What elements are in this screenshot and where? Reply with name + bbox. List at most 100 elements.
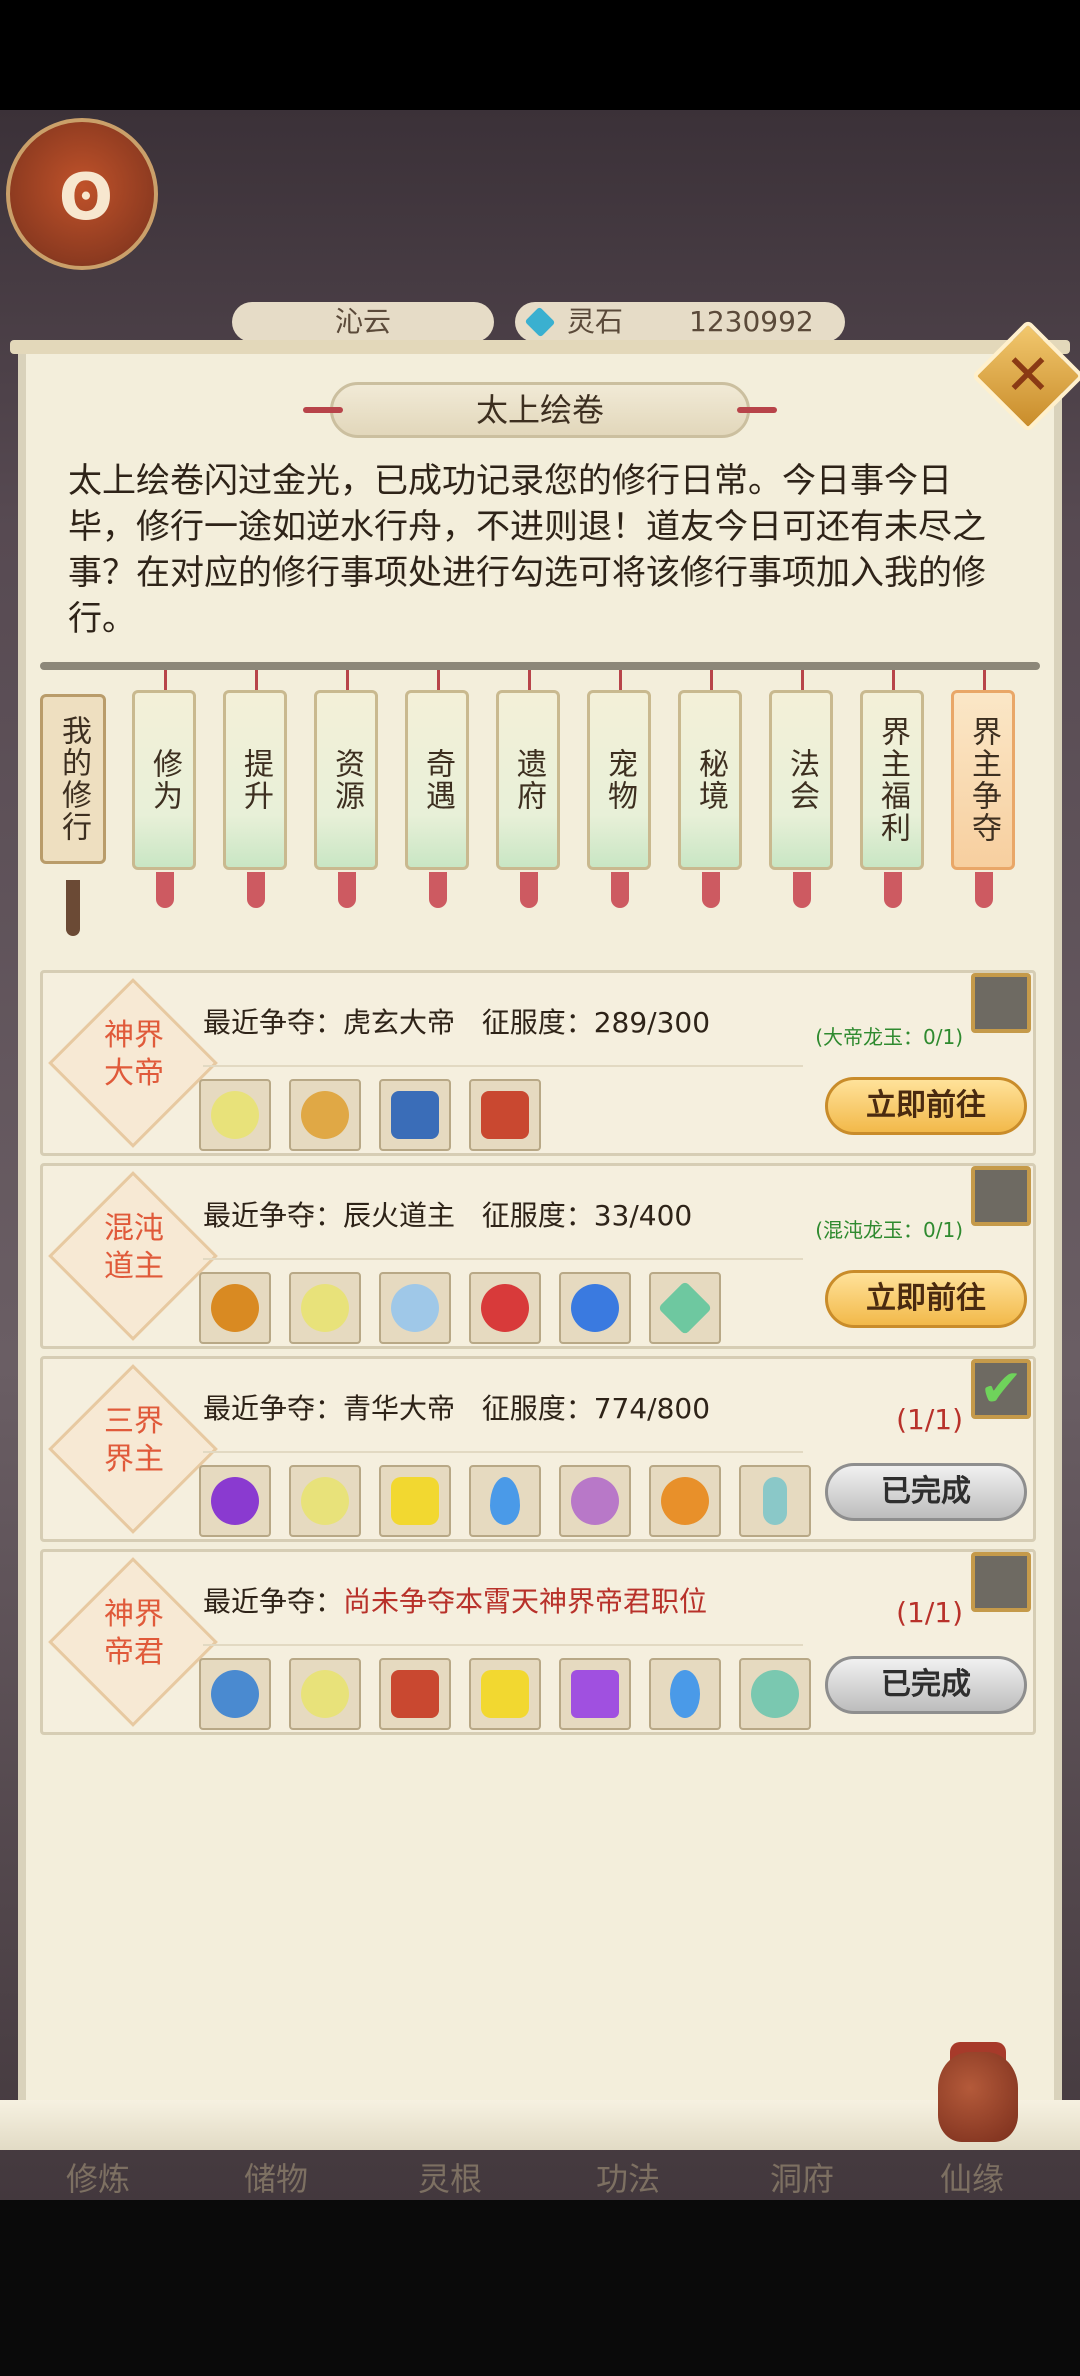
purple-seal-icon [211, 1477, 259, 1525]
purple-crystal-icon [571, 1670, 619, 1718]
red-flame-icon [481, 1284, 529, 1332]
blue-droplet-icon [490, 1477, 520, 1525]
divider [203, 1065, 803, 1067]
tassel-icon [66, 880, 80, 936]
tab-upgrade[interactable]: 提升 [223, 690, 287, 870]
holder-name: 尚未争夺本霄天神界帝君职位 [343, 1585, 708, 1618]
add-checkbox[interactable] [971, 973, 1031, 1033]
tab-relic-mansion[interactable]: 遗府 [496, 690, 560, 870]
reward-item[interactable] [649, 1272, 721, 1344]
contest-card: 神界 帝君 最近争夺：尚未争夺本霄天神界帝君职位 (1/1) 已完成 [40, 1549, 1036, 1735]
reward-item[interactable] [559, 1658, 631, 1730]
reward-item[interactable] [199, 1658, 271, 1730]
tassel-icon [429, 872, 447, 908]
tab-realm-lord-contest[interactable]: 界主争夺 [951, 690, 1015, 870]
reward-item[interactable] [289, 1079, 361, 1151]
reward-item[interactable] [379, 1272, 451, 1344]
go-now-button[interactable]: 立即前往 [825, 1077, 1027, 1135]
flame-bowl-icon [211, 1284, 259, 1332]
contest-card: 神界 大帝 最近争夺：虎玄大帝 征服度：289/300 (大帝龙玉：0/1) 立… [40, 970, 1036, 1156]
reward-item[interactable] [469, 1658, 541, 1730]
recent-contest: 最近争夺：虎玄大帝 征服度：289/300 [203, 1006, 711, 1039]
spirit-stone-label: 灵石 [567, 305, 624, 338]
yellow-stone-icon [391, 1477, 439, 1525]
reward-item[interactable] [379, 1465, 451, 1537]
contest-card: 三界 界主 最近争夺：青华大帝 征服度：774/800 (1/1) ✔ 已完成 [40, 1356, 1036, 1542]
reward-item[interactable] [469, 1465, 541, 1537]
holder-name: 青华大帝 [343, 1392, 456, 1425]
divider [203, 1451, 803, 1453]
tassel-icon [611, 872, 629, 908]
reward-item[interactable] [469, 1272, 541, 1344]
completed-button[interactable]: 已完成 [825, 1463, 1027, 1521]
divider [203, 1644, 803, 1646]
reward-items [199, 1465, 811, 1537]
tab-realm-lord-welfare[interactable]: 界主福利 [860, 690, 924, 870]
red-chest-icon [481, 1091, 529, 1139]
title-badge-text: 神界 帝君 [104, 1597, 164, 1670]
reward-item[interactable] [469, 1079, 541, 1151]
nav-spirit-root[interactable]: 灵根 [418, 2154, 482, 2200]
golden-flower-icon [661, 1477, 709, 1525]
reward-item[interactable] [289, 1658, 361, 1730]
tab-secret-realm[interactable]: 秘境 [678, 690, 742, 870]
holder-name: 虎玄大帝 [343, 1006, 456, 1039]
tab-resources[interactable]: 资源 [314, 690, 378, 870]
treasure-chest-icon [391, 1091, 439, 1139]
reward-item[interactable] [199, 1079, 271, 1151]
tab-dharma-assembly[interactable]: 法会 [769, 690, 833, 870]
reward-item[interactable] [199, 1465, 271, 1537]
reward-item[interactable] [739, 1465, 811, 1537]
golden-orb-icon [301, 1477, 349, 1525]
reward-item[interactable] [379, 1658, 451, 1730]
tab-encounters[interactable]: 奇遇 [405, 690, 469, 870]
tab-my-cultivation[interactable]: 我的修行 [40, 694, 106, 864]
checkmark-icon: ✔ [979, 1359, 1023, 1419]
nav-storage[interactable]: 储物 [244, 2154, 308, 2200]
tab-cultivation[interactable]: 修为 [132, 690, 196, 870]
reward-items [199, 1272, 721, 1344]
reward-item[interactable] [739, 1658, 811, 1730]
scroll-bottom-rod [0, 2100, 1080, 2150]
reward-item[interactable] [559, 1272, 631, 1344]
jade-progress: (大帝龙玉：0/1) [815, 1025, 963, 1049]
completed-button[interactable]: 已完成 [825, 1656, 1027, 1714]
tassel-icon [156, 872, 174, 908]
tassel-icon [975, 872, 993, 908]
reward-item[interactable] [649, 1465, 721, 1537]
title-badge-text: 三界 界主 [104, 1404, 164, 1477]
tabs-hanging-rod [40, 662, 1040, 670]
conquest-degree: 征服度：289/300 [481, 1006, 711, 1039]
reward-item[interactable] [289, 1465, 361, 1537]
scroll-top-rod [10, 340, 1070, 354]
reward-item[interactable] [559, 1465, 631, 1537]
add-checkbox[interactable] [971, 1552, 1031, 1612]
tassel-icon [793, 872, 811, 908]
title-badge-text: 混沌 道主 [104, 1211, 164, 1284]
tassel-icon [702, 872, 720, 908]
red-chest-icon [391, 1670, 439, 1718]
recent-contest: 最近争夺：尚未争夺本霄天神界帝君职位 [203, 1585, 708, 1618]
reward-item[interactable] [289, 1272, 361, 1344]
nav-techniques[interactable]: 功法 [596, 2154, 660, 2200]
nav-cave[interactable]: 洞府 [770, 2154, 834, 2200]
golden-orb-icon [301, 1670, 349, 1718]
blue-orb-icon [571, 1284, 619, 1332]
player-avatar[interactable]: ʘ [6, 118, 158, 270]
go-now-button[interactable]: 立即前往 [825, 1270, 1027, 1328]
nav-cultivate[interactable]: 修炼 [66, 2154, 130, 2200]
add-checkbox-checked[interactable]: ✔ [971, 1359, 1031, 1419]
reward-item[interactable] [649, 1658, 721, 1730]
tab-pets[interactable]: 宠物 [587, 690, 651, 870]
dialog-title: 太上绘卷 [303, 382, 777, 438]
fire-altar-icon [301, 1091, 349, 1139]
golden-orb-icon [211, 1091, 259, 1139]
reward-item[interactable] [199, 1272, 271, 1344]
conquest-degree: 征服度：774/800 [481, 1392, 711, 1425]
avatar-face-icon: ʘ [58, 161, 114, 235]
contest-card: 混沌 道主 最近争夺：辰火道主 征服度：33/400 (混沌龙玉：0/1) 立即… [40, 1163, 1036, 1349]
reward-item[interactable] [379, 1079, 451, 1151]
nav-fate[interactable]: 仙缘 [940, 2154, 1004, 2200]
add-checkbox[interactable] [971, 1166, 1031, 1226]
recent-contest: 最近争夺：青华大帝 征服度：774/800 [203, 1392, 711, 1425]
